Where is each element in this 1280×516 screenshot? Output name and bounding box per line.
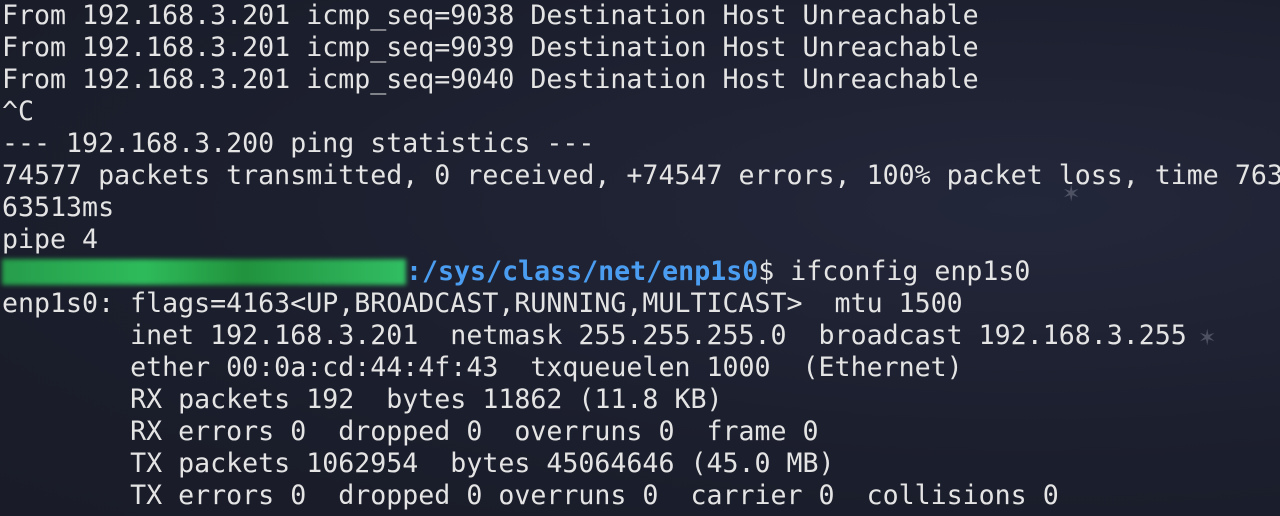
output-line: pipe 4 (2, 224, 99, 255)
output-line: RX packets 192 bytes 11862 (11.8 KB) (2, 384, 723, 415)
output-line: RX errors 0 dropped 0 overruns 0 frame 0 (2, 416, 819, 447)
output-line: From 192.168.3.201 icmp_seq=9039 Destina… (2, 32, 979, 63)
output-line: From 192.168.3.201 icmp_seq=9040 Destina… (2, 64, 979, 95)
prompt-line[interactable]: :/sys/class/net/enp1s0$ ifconfig enp1s0 (0, 256, 1280, 288)
prompt-symbol: $ (758, 256, 791, 287)
redacted-user-host (2, 259, 406, 285)
output-line: --- 192.168.3.200 ping statistics --- (2, 128, 595, 159)
output-line: ^C (2, 96, 35, 127)
command-input[interactable]: ifconfig enp1s0 (790, 256, 1030, 287)
output-line: TX errors 0 dropped 0 overruns 0 carrier… (2, 480, 1059, 511)
output-line: ether 00:0a:cd:44:4f:43 txqueuelen 1000 … (2, 352, 963, 383)
output-line: 63513ms (2, 192, 115, 223)
output-line: From 192.168.3.201 icmp_seq=9038 Destina… (2, 0, 979, 31)
output-line: 74577 packets transmitted, 0 received, +… (2, 160, 1280, 191)
output-line: enp1s0: flags=4163<UP,BROADCAST,RUNNING,… (2, 288, 963, 319)
terminal-window[interactable]: ✶ ✶ From 192.168.3.201 icmp_seq=9038 Des… (0, 0, 1280, 516)
prompt-path: :/sys/class/net/enp1s0 (406, 256, 759, 287)
output-line: TX packets 1062954 bytes 45064646 (45.0 … (2, 448, 835, 479)
output-line: inet 192.168.3.201 netmask 255.255.255.0… (2, 320, 1187, 351)
